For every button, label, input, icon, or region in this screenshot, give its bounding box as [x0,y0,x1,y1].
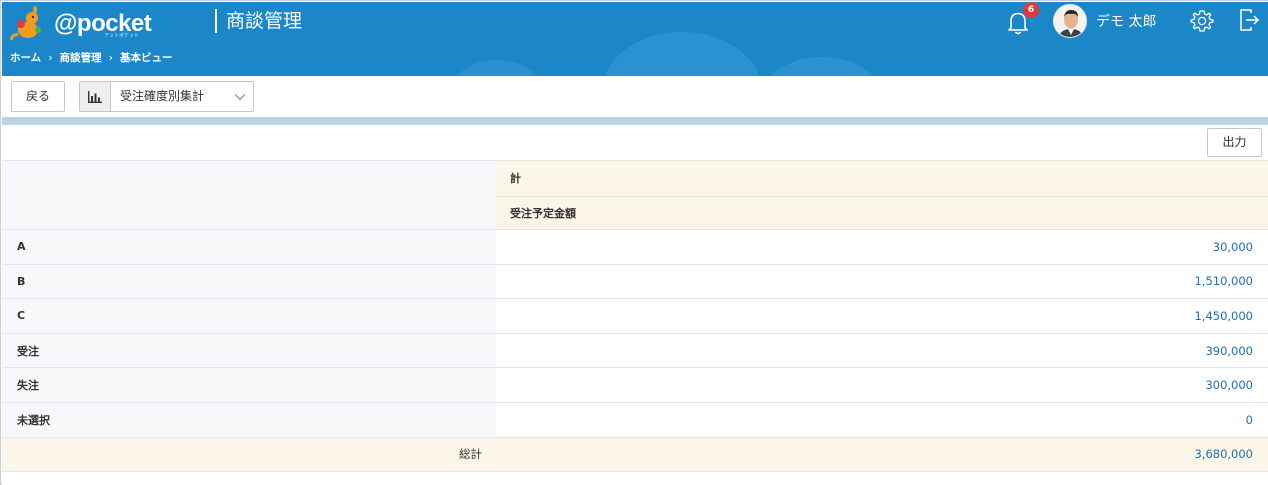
row-label: A [2,230,496,264]
row-label: B [2,264,496,299]
table-row: C 1,450,000 [2,298,1268,333]
settings-gear-icon[interactable] [1189,8,1215,34]
view-select-value: 受注確度別集計 [120,89,205,103]
app-title: 商談管理 [226,10,303,32]
row-label: 失注 [2,368,496,402]
breadcrumb: ホーム › 商談管理 › 基本ビュー [10,50,173,65]
breadcrumb-separator: › [108,51,113,64]
row-value-link[interactable]: 30,000 [496,230,1268,264]
chevron-down-icon [227,82,253,111]
title-divider [215,9,217,33]
user-avatar[interactable] [1053,4,1087,38]
column-group-header: 計 [496,161,1268,196]
breadcrumb-separator: › [48,51,53,64]
row-value-link[interactable]: 1,450,000 [496,299,1268,333]
breadcrumb-home[interactable]: ホーム [10,50,41,65]
row-label: 未選択 [2,402,496,437]
back-button[interactable]: 戻る [11,81,65,112]
logo-subtext: アットポケット [104,33,140,39]
toolbar-divider [2,117,1268,125]
row-label: C [2,299,496,333]
kangaroo-mascot-icon [8,6,48,42]
export-button[interactable]: 出力 [1207,128,1262,157]
table-row: B 1,510,000 [2,263,1268,299]
row-value-link[interactable]: 390,000 [496,333,1268,368]
row-value-link[interactable]: 300,000 [496,368,1268,402]
total-value-link[interactable]: 3,680,000 [496,438,1268,471]
header-decoration [452,60,542,76]
header-decoration [602,32,762,76]
row-value-link[interactable]: 1,510,000 [496,264,1268,299]
total-row: 総計 3,680,000 [2,436,1268,472]
toolbar: 戻る 受注確度別集計 [2,76,1268,120]
view-select[interactable]: 受注確度別集計 [79,81,254,112]
breadcrumb-deal-management[interactable]: 商談管理 [60,50,102,65]
app-header: @pocket アットポケット 商談管理 ホーム › 商談管理 › 基本ビュー … [2,2,1268,76]
header-corner-cell [2,161,496,229]
logout-icon[interactable] [1238,8,1260,32]
table-row: A 30,000 [2,229,1268,264]
column-header: 受注予定金額 [496,195,1268,230]
app-window: @pocket アットポケット 商談管理 ホーム › 商談管理 › 基本ビュー … [0,0,1268,485]
user-name[interactable]: デモ 太郎 [1096,11,1156,31]
table-header: 計 受注予定金額 [2,160,1268,230]
summary-table: 計 受注予定金額 A 30,000 B 1,510,000 C 1,450,00… [2,160,1268,472]
row-label: 受注 [2,333,496,368]
row-value-link[interactable]: 0 [496,402,1268,437]
breadcrumb-current: 基本ビュー [120,52,173,64]
total-label: 総計 [459,447,482,462]
header-decoration [762,57,882,76]
report-panel: 出力 計 受注予定金額 A 30,000 B 1,510,000 C 1,450… [2,125,1268,485]
notification-count-badge: 6 [1023,2,1039,18]
table-row: 失注 300,000 [2,367,1268,402]
table-row: 未選択 0 [2,401,1268,437]
bar-chart-icon [80,82,111,111]
table-row: 受注 390,000 [2,332,1268,368]
